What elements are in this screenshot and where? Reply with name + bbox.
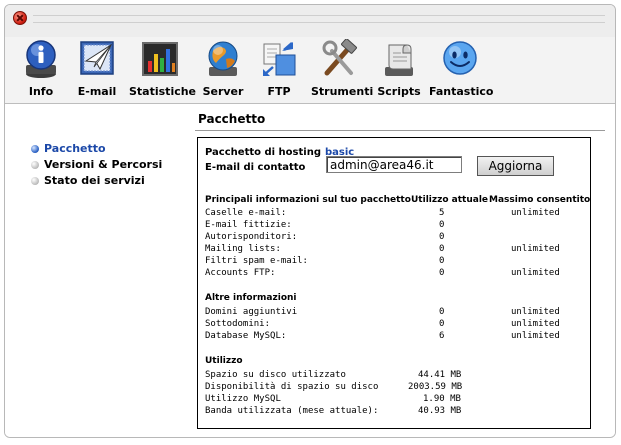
- table-row: Utilizzo MySQL 1.90 MB: [205, 394, 585, 406]
- toolbar-ftp-button[interactable]: FTP: [257, 39, 301, 98]
- row-label: Disponibilità di spazio su disco: [205, 382, 379, 392]
- sidebar-item-stato-servizi[interactable]: Stato dei servizi: [31, 173, 162, 189]
- usage-heading: Utilizzo: [205, 356, 243, 366]
- max-column-header: Massimo consentito: [489, 195, 591, 205]
- hosting-label: Pacchetto di hosting: [205, 147, 321, 158]
- toolbar-tools-label: Strumenti: [311, 85, 374, 98]
- row-label: Utilizzo MySQL: [205, 394, 281, 404]
- table-row: Domini aggiuntivi 0 unlimited: [205, 307, 585, 319]
- row-max: unlimited: [511, 208, 560, 218]
- row-usage: 0: [439, 232, 445, 242]
- toolbar-statistics-button[interactable]: Statistiche: [129, 39, 197, 98]
- row-label: Domini aggiuntivi: [205, 307, 298, 317]
- row-usage: 0: [439, 307, 445, 317]
- main-info-heading: Principali informazioni sul tuo pacchett…: [205, 195, 411, 205]
- row-label: Banda utilizzata (mese attuale):: [205, 406, 379, 416]
- row-label: Database MySQL:: [205, 331, 287, 341]
- row-max: unlimited: [511, 307, 560, 317]
- toolbar-fantastico-button[interactable]: Fantastico: [429, 39, 494, 98]
- tools-icon: [320, 38, 358, 79]
- toolbar-info-button[interactable]: Info: [19, 39, 63, 98]
- row-value: 2003.59 MB: [408, 382, 463, 392]
- table-row: Sottodomini: 0 unlimited: [205, 319, 585, 331]
- table-row: Filtri spam e-mail: 0: [205, 256, 585, 268]
- row-label: Sottodomini:: [205, 319, 271, 329]
- side-nav: Pacchetto Versioni & Percorsi Stato dei …: [31, 141, 162, 189]
- active-bullet-icon: [31, 145, 39, 153]
- email-icon: [78, 39, 116, 79]
- row-value: 44.41 MB: [418, 370, 462, 380]
- table-row: Banda utilizzata (mese attuale): 40.93 M…: [205, 406, 585, 418]
- toolbar-server-button[interactable]: Server: [201, 39, 245, 98]
- page-title: Pacchetto: [198, 112, 266, 126]
- bullet-icon: [31, 161, 39, 169]
- toolbar-statistics-label: Statistiche: [129, 85, 197, 98]
- row-value: 1.90 MB: [423, 394, 461, 404]
- table-row: Disponibilità di spazio su disco 2003.59…: [205, 382, 585, 394]
- row-label: E-mail fittizie:: [205, 220, 292, 230]
- toolbar-scripts-button[interactable]: Scripts: [377, 39, 421, 98]
- toolbar-server-label: Server: [202, 85, 244, 98]
- table-row: Spazio su disco utilizzato 44.41 MB: [205, 370, 585, 382]
- close-icon[interactable]: [13, 11, 27, 25]
- app-window: Info E-mail Statistiche Server FTP Strum…: [4, 4, 616, 438]
- sidebar-item-label: Pacchetto: [44, 142, 106, 155]
- package-panel: Pacchetto di hosting basic E-mail di con…: [197, 137, 591, 429]
- table-row: Database MySQL: 6 unlimited: [205, 331, 585, 343]
- row-max: unlimited: [511, 331, 560, 341]
- email-field[interactable]: [326, 156, 462, 173]
- row-label: Spazio su disco utilizzato: [205, 370, 346, 380]
- toolbar-ftp-label: FTP: [267, 85, 291, 98]
- row-label: Mailing lists:: [205, 244, 281, 254]
- table-row: Accounts FTP: 0 unlimited: [205, 268, 585, 280]
- row-usage: 6: [439, 331, 445, 341]
- toolbar: Info E-mail Statistiche Server FTP Strum…: [5, 37, 615, 104]
- row-value: 40.93 MB: [418, 406, 462, 416]
- row-usage: 0: [439, 319, 445, 329]
- usage-column-header: Utilizzo attuale: [411, 195, 489, 205]
- table-row: E-mail fittizie: 0: [205, 220, 585, 232]
- row-usage: 0: [439, 268, 445, 278]
- row-label: Filtri spam e-mail:: [205, 256, 308, 266]
- toolbar-info-label: Info: [28, 85, 54, 98]
- scripts-icon: [380, 39, 418, 79]
- toolbar-scripts-label: Scripts: [377, 85, 421, 98]
- sidebar-item-pacchetto[interactable]: Pacchetto: [31, 141, 162, 157]
- bullet-icon: [31, 177, 39, 185]
- server-icon: [204, 39, 242, 79]
- row-usage: 0: [439, 220, 445, 230]
- row-max: unlimited: [511, 268, 560, 278]
- info-icon: [22, 39, 60, 79]
- statistics-icon: [141, 39, 179, 79]
- title-bar: [5, 5, 615, 38]
- ftp-icon: [260, 39, 298, 79]
- sidebar-item-label: Stato dei servizi: [44, 174, 145, 187]
- row-usage: 5: [439, 208, 445, 218]
- fantastico-icon: [441, 39, 479, 79]
- row-label: Accounts FTP:: [205, 268, 276, 278]
- table-row: Autorisponditori: 0: [205, 232, 585, 244]
- row-label: Caselle e-mail:: [205, 208, 287, 218]
- other-info-heading: Altre informazioni: [205, 293, 297, 303]
- toolbar-tools-button[interactable]: Strumenti: [311, 38, 374, 98]
- update-button[interactable]: Aggiorna: [477, 156, 554, 176]
- table-row: Mailing lists: 0 unlimited: [205, 244, 585, 256]
- row-label: Autorisponditori:: [205, 232, 298, 242]
- toolbar-fantastico-label: Fantastico: [429, 85, 494, 98]
- sidebar-item-versioni[interactable]: Versioni & Percorsi: [31, 157, 162, 173]
- title-stripes: [33, 15, 605, 23]
- title-divider: [195, 130, 605, 131]
- sidebar-item-label: Versioni & Percorsi: [44, 158, 163, 171]
- row-usage: 0: [439, 256, 445, 266]
- toolbar-email-label: E-mail: [77, 85, 117, 98]
- row-max: unlimited: [511, 319, 560, 329]
- email-label: E-mail di contatto: [205, 162, 306, 173]
- row-max: unlimited: [511, 244, 560, 254]
- table-row: Caselle e-mail: 5 unlimited: [205, 208, 585, 220]
- toolbar-email-button[interactable]: E-mail: [75, 39, 119, 98]
- content-area: Pacchetto Pacchetto Versioni & Percorsi …: [5, 104, 615, 437]
- row-usage: 0: [439, 244, 445, 254]
